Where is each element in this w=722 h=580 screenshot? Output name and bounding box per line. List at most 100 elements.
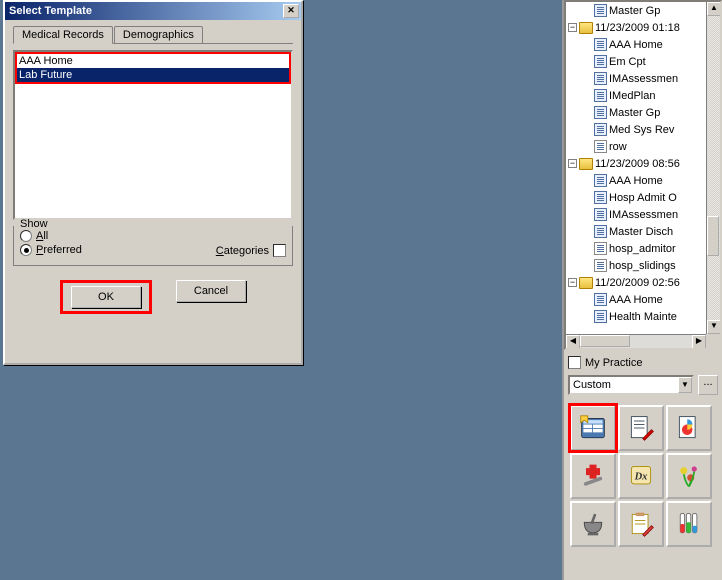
scroll-right-icon[interactable]: ▶: [692, 335, 706, 349]
doc-icon: [594, 174, 607, 187]
dx-scroll-icon: Dx: [627, 462, 655, 490]
doc-icon: [594, 310, 607, 323]
medical-cross-icon: [579, 462, 607, 490]
tree-folder[interactable]: 11/23/2009 01:18: [595, 22, 680, 34]
chevron-down-icon[interactable]: ▼: [678, 377, 692, 393]
categories-checkbox[interactable]: [273, 244, 286, 257]
scroll-thumb[interactable]: [707, 216, 719, 256]
close-button[interactable]: ✕: [283, 4, 299, 18]
doc-icon: [594, 123, 607, 136]
flowers-button[interactable]: [666, 453, 712, 499]
show-legend: Show: [18, 218, 50, 230]
pie-doc-icon: [675, 414, 703, 442]
tab-demographics[interactable]: Demographics: [114, 26, 203, 43]
scroll-corner: [706, 334, 720, 348]
radio-all-row[interactable]: All: [20, 230, 216, 242]
doc-icon: [594, 191, 607, 204]
mortar-pestle-icon: [579, 510, 607, 538]
tree-item[interactable]: Health Mainte: [609, 311, 677, 323]
template-grid-button[interactable]: [570, 405, 616, 451]
test-tubes-button[interactable]: [666, 501, 712, 547]
tree-view[interactable]: Master Gp − 11/23/2009 01:18 AAA Home Em …: [564, 0, 722, 350]
categories-label: Categories: [216, 245, 269, 257]
vertical-scrollbar[interactable]: ▲ ▼: [706, 2, 720, 334]
doc-icon: [594, 259, 607, 272]
my-practice-checkbox[interactable]: [568, 356, 581, 369]
radio-preferred-label: Preferred: [36, 244, 82, 256]
tree-item[interactable]: IMAssessmen: [609, 73, 678, 85]
radio-all[interactable]: [20, 230, 32, 242]
tree-item[interactable]: Master Gp: [609, 5, 660, 17]
collapse-icon[interactable]: −: [568, 23, 577, 32]
collapse-icon[interactable]: −: [568, 278, 577, 287]
filter-row: Custom ▼ ...: [564, 375, 722, 403]
doc-icon: [594, 38, 607, 51]
tree-item[interactable]: Hosp Admit O: [609, 192, 677, 204]
tree-item[interactable]: row: [609, 141, 627, 153]
tree-item[interactable]: AAA Home: [609, 294, 663, 306]
filter-combo[interactable]: Custom ▼: [568, 375, 694, 395]
test-tubes-icon: [675, 510, 703, 538]
browse-button[interactable]: ...: [698, 375, 718, 395]
folder-open-icon: [579, 158, 593, 170]
scroll-up-icon[interactable]: ▲: [707, 2, 721, 16]
combo-value: Custom: [570, 379, 678, 391]
list-item-selected[interactable]: Lab Future: [17, 68, 289, 82]
doc-icon: [594, 242, 607, 255]
tree-item[interactable]: hosp_admitor: [609, 243, 676, 255]
tree-item[interactable]: AAA Home: [609, 39, 663, 51]
scroll-down-icon[interactable]: ▼: [707, 320, 721, 334]
tree-item[interactable]: Master Gp: [609, 107, 660, 119]
tab-medical-records[interactable]: Medical Records: [13, 26, 113, 44]
template-grid-icon: [579, 414, 607, 442]
ok-button[interactable]: OK: [71, 286, 141, 308]
tree-folder[interactable]: 11/23/2009 08:56: [595, 158, 680, 170]
show-group: Show All Preferred Categories: [13, 226, 293, 266]
doc-pen-button[interactable]: [618, 405, 664, 451]
clipboard-pen-button[interactable]: [618, 501, 664, 547]
list-item[interactable]: AAA Home: [17, 54, 289, 68]
folder-open-icon: [579, 22, 593, 34]
mortar-pestle-button[interactable]: [570, 501, 616, 547]
doc-icon: [594, 55, 607, 68]
dialog-title: Select Template: [7, 5, 283, 17]
my-practice-label: My Practice: [585, 357, 642, 369]
medical-cross-button[interactable]: [570, 453, 616, 499]
doc-pen-icon: [627, 414, 655, 442]
titlebar[interactable]: Select Template ✕: [5, 2, 301, 20]
right-panel: Master Gp − 11/23/2009 01:18 AAA Home Em …: [562, 0, 722, 580]
ok-highlight: OK: [60, 280, 152, 314]
flowers-icon: [675, 462, 703, 490]
tree-item[interactable]: IMAssessmen: [609, 209, 678, 221]
doc-icon: [594, 4, 607, 17]
dialog-buttons: OK Cancel: [5, 280, 301, 314]
collapse-icon[interactable]: −: [568, 159, 577, 168]
radio-preferred[interactable]: [20, 244, 32, 256]
toolbar-grid: Dx: [570, 405, 716, 547]
tree-item[interactable]: Em Cpt: [609, 56, 646, 68]
tree-item[interactable]: Master Disch: [609, 226, 673, 238]
horizontal-scrollbar[interactable]: ◀ ▶: [566, 334, 706, 348]
doc-icon: [594, 89, 607, 102]
my-practice-row[interactable]: My Practice: [564, 350, 722, 375]
pie-doc-button[interactable]: [666, 405, 712, 451]
listbox-highlight: AAA Home Lab Future: [15, 52, 291, 84]
tree-folder[interactable]: 11/20/2009 02:56: [595, 277, 680, 289]
cancel-button[interactable]: Cancel: [176, 280, 246, 302]
dx-scroll-button[interactable]: Dx: [618, 453, 664, 499]
template-listbox[interactable]: AAA Home Lab Future: [13, 50, 293, 220]
doc-icon: [594, 208, 607, 221]
doc-icon: [594, 293, 607, 306]
tab-strip: Medical Records Demographics: [13, 26, 293, 44]
radio-preferred-row[interactable]: Preferred: [20, 244, 216, 256]
tree-item[interactable]: IMedPlan: [609, 90, 655, 102]
scroll-thumb[interactable]: [580, 335, 630, 347]
scroll-left-icon[interactable]: ◀: [566, 335, 580, 349]
doc-icon: [594, 140, 607, 153]
tree-item[interactable]: AAA Home: [609, 175, 663, 187]
categories-row[interactable]: Categories: [216, 244, 286, 257]
tree-item[interactable]: Med Sys Rev: [609, 124, 674, 136]
svg-text:Dx: Dx: [634, 472, 648, 483]
tree-item[interactable]: hosp_slidings: [609, 260, 676, 272]
doc-icon: [594, 106, 607, 119]
